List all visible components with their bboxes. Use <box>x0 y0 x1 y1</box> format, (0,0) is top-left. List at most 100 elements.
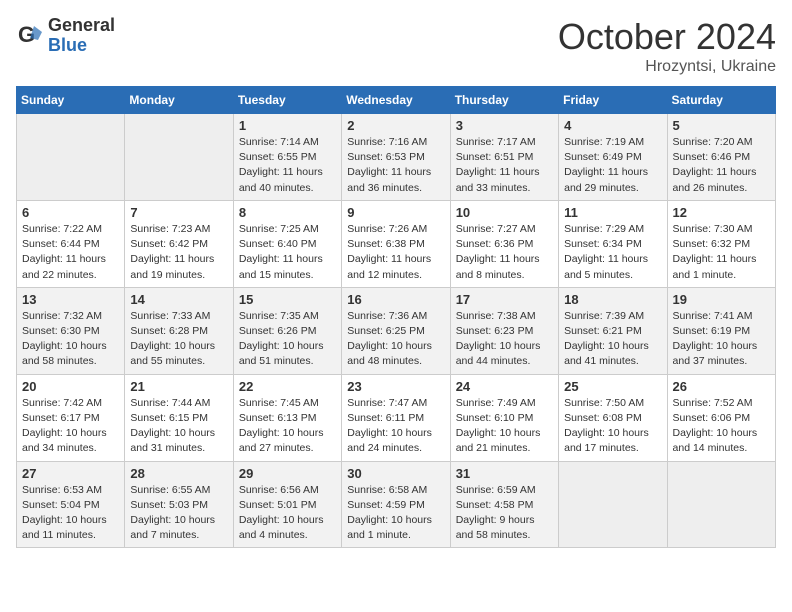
weekday-header: Friday <box>559 87 667 114</box>
weekday-header: Tuesday <box>233 87 341 114</box>
day-number: 18 <box>564 292 661 307</box>
day-info: Sunrise: 7:29 AM Sunset: 6:34 PM Dayligh… <box>564 222 661 283</box>
calendar-day-cell: 4 Sunrise: 7:19 AM Sunset: 6:49 PM Daylig… <box>559 114 667 201</box>
day-number: 13 <box>22 292 119 307</box>
calendar-day-cell: 23 Sunrise: 7:47 AM Sunset: 6:11 PM Dayli… <box>342 374 450 461</box>
day-number: 8 <box>239 205 336 220</box>
calendar-day-cell: 15 Sunrise: 7:35 AM Sunset: 6:26 PM Dayli… <box>233 287 341 374</box>
day-info: Sunrise: 6:55 AM Sunset: 5:03 PM Dayligh… <box>130 483 227 544</box>
day-info: Sunrise: 7:25 AM Sunset: 6:40 PM Dayligh… <box>239 222 336 283</box>
calendar-week-row: 13 Sunrise: 7:32 AM Sunset: 6:30 PM Dayli… <box>17 287 776 374</box>
day-info: Sunrise: 7:16 AM Sunset: 6:53 PM Dayligh… <box>347 135 444 196</box>
day-number: 20 <box>22 379 119 394</box>
logo-text: General Blue <box>48 16 115 56</box>
calendar-week-row: 6 Sunrise: 7:22 AM Sunset: 6:44 PM Daylig… <box>17 200 776 287</box>
day-number: 26 <box>673 379 770 394</box>
day-number: 22 <box>239 379 336 394</box>
calendar-day-cell: 19 Sunrise: 7:41 AM Sunset: 6:19 PM Dayli… <box>667 287 775 374</box>
weekday-header: Wednesday <box>342 87 450 114</box>
weekday-header: Thursday <box>450 87 558 114</box>
calendar-day-cell: 16 Sunrise: 7:36 AM Sunset: 6:25 PM Dayli… <box>342 287 450 374</box>
day-info: Sunrise: 7:52 AM Sunset: 6:06 PM Dayligh… <box>673 396 770 457</box>
day-number: 17 <box>456 292 553 307</box>
calendar-day-cell: 28 Sunrise: 6:55 AM Sunset: 5:03 PM Dayli… <box>125 461 233 548</box>
title-area: October 2024 Hrozyntsi, Ukraine <box>558 16 776 76</box>
calendar-day-cell: 8 Sunrise: 7:25 AM Sunset: 6:40 PM Daylig… <box>233 200 341 287</box>
day-number: 28 <box>130 466 227 481</box>
calendar-week-row: 20Sunrise: 7:42 AM Sunset: 6:17 PM Dayli… <box>17 374 776 461</box>
calendar-day-cell: 18Sunrise: 7:39 AM Sunset: 6:21 PM Dayli… <box>559 287 667 374</box>
calendar-day-cell <box>17 114 125 201</box>
calendar-day-cell: 5Sunrise: 7:20 AM Sunset: 6:46 PM Daylig… <box>667 114 775 201</box>
day-number: 2 <box>347 118 444 133</box>
day-number: 11 <box>564 205 661 220</box>
day-number: 25 <box>564 379 661 394</box>
day-info: Sunrise: 7:30 AM Sunset: 6:32 PM Dayligh… <box>673 222 770 283</box>
calendar-day-cell: 10 Sunrise: 7:27 AM Sunset: 6:36 PM Dayli… <box>450 200 558 287</box>
day-info: Sunrise: 6:59 AM Sunset: 4:58 PM Dayligh… <box>456 483 553 544</box>
calendar-day-cell: 14 Sunrise: 7:33 AM Sunset: 6:28 PM Dayli… <box>125 287 233 374</box>
day-number: 29 <box>239 466 336 481</box>
day-number: 27 <box>22 466 119 481</box>
day-number: 23 <box>347 379 444 394</box>
logo-icon: G <box>16 22 44 50</box>
day-number: 6 <box>22 205 119 220</box>
calendar-day-cell: 30Sunrise: 6:58 AM Sunset: 4:59 PM Dayli… <box>342 461 450 548</box>
day-info: Sunrise: 7:26 AM Sunset: 6:38 PM Dayligh… <box>347 222 444 283</box>
calendar-day-cell: 24 Sunrise: 7:49 AM Sunset: 6:10 PM Dayli… <box>450 374 558 461</box>
day-info: Sunrise: 7:36 AM Sunset: 6:25 PM Dayligh… <box>347 309 444 370</box>
calendar-day-cell: 29 Sunrise: 6:56 AM Sunset: 5:01 PM Dayli… <box>233 461 341 548</box>
day-info: Sunrise: 6:56 AM Sunset: 5:01 PM Dayligh… <box>239 483 336 544</box>
calendar-day-cell: 27Sunrise: 6:53 AM Sunset: 5:04 PM Dayli… <box>17 461 125 548</box>
weekday-header: Monday <box>125 87 233 114</box>
day-number: 4 <box>564 118 661 133</box>
day-number: 19 <box>673 292 770 307</box>
day-info: Sunrise: 7:23 AM Sunset: 6:42 PM Dayligh… <box>130 222 227 283</box>
calendar-day-cell: 26 Sunrise: 7:52 AM Sunset: 6:06 PM Dayli… <box>667 374 775 461</box>
page-header: G General Blue October 2024 Hrozyntsi, U… <box>16 16 776 76</box>
day-info: Sunrise: 7:22 AM Sunset: 6:44 PM Dayligh… <box>22 222 119 283</box>
day-info: Sunrise: 7:44 AM Sunset: 6:15 PM Dayligh… <box>130 396 227 457</box>
day-info: Sunrise: 7:47 AM Sunset: 6:11 PM Dayligh… <box>347 396 444 457</box>
day-number: 14 <box>130 292 227 307</box>
day-info: Sunrise: 7:49 AM Sunset: 6:10 PM Dayligh… <box>456 396 553 457</box>
day-info: Sunrise: 7:45 AM Sunset: 6:13 PM Dayligh… <box>239 396 336 457</box>
calendar-day-cell: 1Sunrise: 7:14 AM Sunset: 6:55 PM Daylig… <box>233 114 341 201</box>
calendar-day-cell: 11 Sunrise: 7:29 AM Sunset: 6:34 PM Dayli… <box>559 200 667 287</box>
logo: G General Blue <box>16 16 115 56</box>
calendar-day-cell: 9Sunrise: 7:26 AM Sunset: 6:38 PM Daylig… <box>342 200 450 287</box>
day-info: Sunrise: 7:35 AM Sunset: 6:26 PM Dayligh… <box>239 309 336 370</box>
calendar-day-cell: 2 Sunrise: 7:16 AM Sunset: 6:53 PM Daylig… <box>342 114 450 201</box>
calendar-day-cell: 3Sunrise: 7:17 AM Sunset: 6:51 PM Daylig… <box>450 114 558 201</box>
day-info: Sunrise: 7:50 AM Sunset: 6:08 PM Dayligh… <box>564 396 661 457</box>
day-number: 16 <box>347 292 444 307</box>
calendar-day-cell <box>559 461 667 548</box>
day-info: Sunrise: 7:17 AM Sunset: 6:51 PM Dayligh… <box>456 135 553 196</box>
day-number: 24 <box>456 379 553 394</box>
day-number: 31 <box>456 466 553 481</box>
day-info: Sunrise: 7:32 AM Sunset: 6:30 PM Dayligh… <box>22 309 119 370</box>
day-number: 1 <box>239 118 336 133</box>
day-info: Sunrise: 7:41 AM Sunset: 6:19 PM Dayligh… <box>673 309 770 370</box>
day-info: Sunrise: 7:19 AM Sunset: 6:49 PM Dayligh… <box>564 135 661 196</box>
calendar-day-cell <box>125 114 233 201</box>
calendar-day-cell: 21 Sunrise: 7:44 AM Sunset: 6:15 PM Dayli… <box>125 374 233 461</box>
calendar-day-cell: 17Sunrise: 7:38 AM Sunset: 6:23 PM Dayli… <box>450 287 558 374</box>
weekday-header: Sunday <box>17 87 125 114</box>
calendar-table: SundayMondayTuesdayWednesdayThursdayFrid… <box>16 86 776 548</box>
calendar-day-cell: 22 Sunrise: 7:45 AM Sunset: 6:13 PM Dayli… <box>233 374 341 461</box>
calendar-day-cell: 31 Sunrise: 6:59 AM Sunset: 4:58 PM Dayli… <box>450 461 558 548</box>
day-info: Sunrise: 6:58 AM Sunset: 4:59 PM Dayligh… <box>347 483 444 544</box>
day-info: Sunrise: 7:33 AM Sunset: 6:28 PM Dayligh… <box>130 309 227 370</box>
calendar-day-cell: 13 Sunrise: 7:32 AM Sunset: 6:30 PM Dayli… <box>17 287 125 374</box>
calendar-day-cell: 6 Sunrise: 7:22 AM Sunset: 6:44 PM Daylig… <box>17 200 125 287</box>
day-number: 10 <box>456 205 553 220</box>
day-number: 7 <box>130 205 227 220</box>
day-number: 15 <box>239 292 336 307</box>
day-info: Sunrise: 7:20 AM Sunset: 6:46 PM Dayligh… <box>673 135 770 196</box>
day-number: 21 <box>130 379 227 394</box>
calendar-day-cell: 12Sunrise: 7:30 AM Sunset: 6:32 PM Dayli… <box>667 200 775 287</box>
calendar-header-row: SundayMondayTuesdayWednesdayThursdayFrid… <box>17 87 776 114</box>
location-subtitle: Hrozyntsi, Ukraine <box>558 58 776 76</box>
day-info: Sunrise: 7:27 AM Sunset: 6:36 PM Dayligh… <box>456 222 553 283</box>
